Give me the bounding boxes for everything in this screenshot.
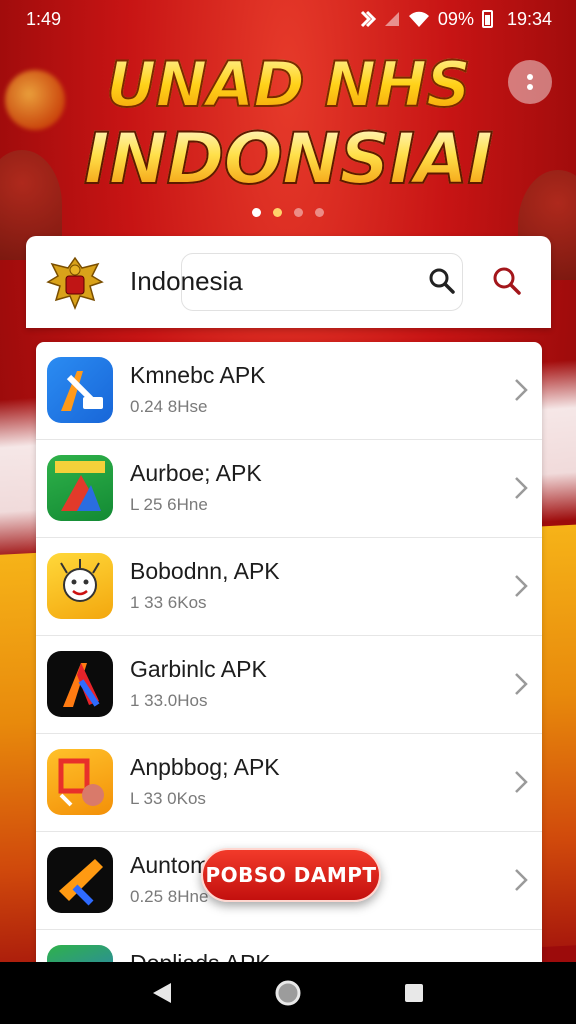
list-item[interactable]: Aurboe; APK L 25 6Hne [36,440,542,538]
chevron-right-icon [515,477,528,499]
app-name: Anpbbog; APK [130,754,280,780]
more-dot-icon [527,84,533,90]
recents-icon[interactable] [403,982,425,1004]
app-meta: 1 33 6Kos [130,593,207,612]
status-bar: 1:49 09% 19:34 [0,0,576,38]
app-name: Kmnebc APK [130,362,266,388]
app-name: Garbinlc APK [130,656,267,682]
home-icon[interactable] [274,979,302,1007]
app-name: Aurboe; APK [130,460,262,486]
app-icon-blue [47,357,113,423]
more-options-button[interactable] [508,60,552,104]
more-dot-icon [527,74,533,80]
list-item[interactable]: Anpbbog; APK L 33 0Kos [36,734,542,832]
list-item[interactable]: Garbinlc APK 1 33.0Hos [36,636,542,734]
search-header: Indonesia [26,236,551,328]
status-time: 1:49 [26,8,62,29]
carousel-dot[interactable] [294,208,303,217]
chevron-right-icon [515,869,528,891]
chevron-right-icon [515,379,528,401]
banner-title-line1: UNAD NHS [0,47,576,122]
wifi-icon [408,11,429,27]
signal-icon [384,12,399,26]
app-icon-black-orange [47,847,113,913]
back-icon[interactable] [151,981,173,1005]
nfc-icon [360,10,376,28]
carousel-dot[interactable] [273,208,282,217]
banner-title-line2: INDONSIAI [0,117,576,201]
app-name: Auntom [130,852,210,878]
app-icon-yellow-face [47,553,113,619]
search-icon[interactable] [428,267,456,295]
app-meta: 0.25 8Hne [130,887,209,906]
app-meta: 0.24 8Hse [130,397,208,416]
search-query-text: Indonesia [130,266,243,296]
chevron-right-icon [515,673,528,695]
carousel-dot[interactable] [315,208,324,217]
app-meta: L 25 6Hne [130,495,208,514]
carousel-dot[interactable] [252,208,261,217]
app-name: Bobodnn, APK [130,558,280,584]
system-nav-bar [0,962,576,1024]
app-meta: 1 33.0Hos [130,691,208,710]
app-icon-orange [47,749,113,815]
app-icon-green [47,455,113,521]
list-item[interactable]: Bobodnn, APK 1 33 6Kos [36,538,542,636]
list-item[interactable]: Kmnebc APK 0.24 8Hse [36,342,542,440]
garuda-emblem-icon [46,256,104,310]
search-submit-icon[interactable] [492,266,522,296]
app-icon-black-red [47,651,113,717]
app-meta: L 33 0Kos [130,789,206,808]
chevron-right-icon [515,771,528,793]
battery-percent: 09% [437,8,474,29]
download-fab-button[interactable]: POBSO DAMPT [201,848,381,902]
chevron-right-icon [515,575,528,597]
carousel-indicator [0,208,576,217]
battery-icon [481,10,493,28]
status-clock-right: 19:34 [506,8,552,29]
